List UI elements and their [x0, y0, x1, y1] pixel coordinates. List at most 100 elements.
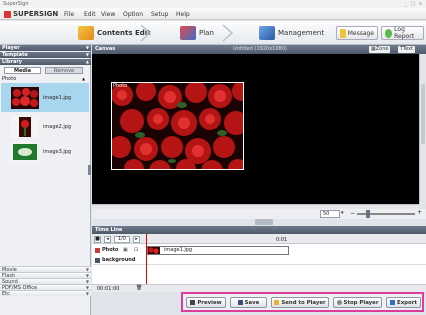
next-icon[interactable]: ▸	[133, 236, 140, 243]
list-item[interactable]: image1.jpg	[1, 83, 89, 112]
chevron-down-icon: ▼	[85, 45, 89, 50]
track-photo-icon	[95, 248, 100, 253]
export-button[interactable]: Export	[386, 297, 421, 308]
export-icon	[390, 300, 396, 305]
save-button[interactable]: Save	[230, 297, 267, 308]
window-titlebar: SuperSign _ □ x	[0, 0, 426, 8]
step-plan-label: Plan	[199, 29, 214, 37]
chevron-down-icon: ▼	[85, 291, 89, 296]
image-thumbnail	[11, 86, 39, 109]
track-background-icon	[95, 258, 100, 263]
zoom-slider-handle[interactable]	[366, 210, 370, 218]
step-management-label: Management	[278, 29, 325, 37]
timeline-clip[interactable]: image1.jpg	[147, 246, 289, 255]
trash-icon[interactable]: 🗑	[136, 285, 142, 291]
preview-button[interactable]: Preview	[186, 297, 226, 308]
timeline-controls	[92, 234, 426, 244]
logo-text: SUPERSIGN	[13, 10, 59, 18]
send-to-player-button[interactable]: Send to Player	[271, 297, 329, 308]
export-label: Export	[397, 299, 417, 306]
list-item-label: image2.jpg	[43, 123, 72, 130]
track-label: background	[102, 257, 136, 263]
zone-button[interactable]: ▦Zone	[369, 46, 391, 53]
timeline-playhead[interactable]	[146, 234, 147, 289]
track-lock-icon[interactable]: ⊡	[134, 247, 138, 253]
track-settings-icon[interactable]: ▣	[123, 247, 128, 253]
time-marker: 0:01	[276, 237, 288, 243]
stop-player-icon	[336, 300, 342, 305]
image-thumbnail	[11, 115, 39, 138]
send-icon	[274, 300, 280, 305]
text-button[interactable]: TText	[398, 46, 416, 53]
track-background[interactable]: background	[93, 256, 426, 265]
clip-thumbnail	[148, 247, 160, 254]
menu-help[interactable]: Help	[176, 11, 190, 18]
panel-resize-handle[interactable]	[255, 219, 273, 225]
sidebar-splitter[interactable]	[88, 165, 91, 175]
zoom-input[interactable]: 50	[320, 210, 340, 218]
sidebar-library-header[interactable]: Library ▲	[0, 59, 91, 65]
plan-icon	[180, 26, 196, 40]
log-report-icon	[385, 28, 393, 38]
stop-icon[interactable]: ■	[94, 236, 101, 243]
library-label: Library	[2, 59, 23, 65]
chevron-down-icon: ▼	[85, 52, 89, 57]
section-photo: Photo	[2, 76, 17, 82]
roses-image	[112, 83, 243, 169]
logo-icon	[4, 10, 11, 18]
template-label: Template	[2, 52, 28, 58]
menu-setup[interactable]: Setup	[151, 11, 168, 18]
preview-icon	[190, 300, 196, 305]
page-counter: 1/0	[114, 236, 130, 243]
player-label: Player	[2, 45, 20, 51]
scroll-thumb[interactable]	[421, 84, 425, 144]
section-label: Etc	[2, 291, 10, 297]
log-report-label: Log Report	[394, 26, 415, 40]
window-title: SuperSign	[3, 1, 29, 7]
text-label: Text	[402, 46, 414, 52]
chevron-right-icon	[140, 24, 152, 42]
canvas-title: Canvas	[95, 46, 116, 52]
preview-label: Preview	[197, 299, 222, 306]
tab-remove[interactable]: Remove	[45, 67, 83, 74]
window-controls[interactable]: _ □ x	[405, 0, 423, 8]
zoom-out-icon[interactable]: −	[350, 210, 355, 217]
zoom-in-icon[interactable]: +	[417, 209, 422, 216]
sidebar-player-header[interactable]: Player ▼	[0, 45, 91, 51]
message-icon	[340, 28, 346, 38]
tab-media[interactable]: Media	[4, 67, 41, 74]
canvas-vertical-scrollbar[interactable]	[419, 54, 426, 204]
canvas-resolution: Untitled (1920x1080)	[233, 46, 287, 52]
previous-icon[interactable]: ◂	[104, 236, 111, 243]
timeline-header: Time Line	[92, 226, 426, 234]
clip-label: image1.jpg	[164, 247, 193, 253]
zoom-dropdown-icon[interactable]: ▾	[341, 210, 344, 216]
message-button[interactable]: Message	[336, 26, 378, 40]
zone-label: Zone	[375, 46, 389, 52]
photo-zone[interactable]	[111, 82, 244, 170]
menu-option[interactable]: Option	[123, 11, 143, 18]
save-icon	[237, 300, 243, 305]
message-label: Message	[347, 29, 374, 37]
sidebar-template-header[interactable]: Template ▼	[0, 52, 91, 58]
send-label: Send to Player	[281, 299, 326, 306]
photo-zone-label: Photo	[113, 83, 128, 89]
track-photo[interactable]: Photo	[93, 246, 118, 255]
step-plan[interactable]: Plan	[180, 24, 214, 42]
list-item-label: image1.jpg	[43, 94, 72, 101]
sidebar-section-etc[interactable]: Etc ▼	[0, 290, 91, 297]
menu-edit[interactable]: Edit	[84, 11, 96, 18]
step-management[interactable]: Management	[259, 24, 324, 42]
management-icon	[259, 26, 275, 40]
list-item[interactable]: image3.jpg	[1, 137, 89, 166]
menu-view[interactable]: View	[101, 11, 115, 18]
contents-edit-icon	[78, 26, 94, 40]
chevron-right-icon	[222, 24, 234, 42]
track-label: Photo	[102, 247, 119, 253]
log-report-button[interactable]: Log Report	[381, 26, 424, 40]
menu-file[interactable]: File	[64, 11, 74, 18]
image-thumbnail	[11, 140, 39, 163]
list-item-label: image3.jpg	[43, 148, 72, 155]
stop-player-button[interactable]: Stop Player	[333, 297, 382, 308]
stop-label: Stop Player	[343, 299, 379, 306]
